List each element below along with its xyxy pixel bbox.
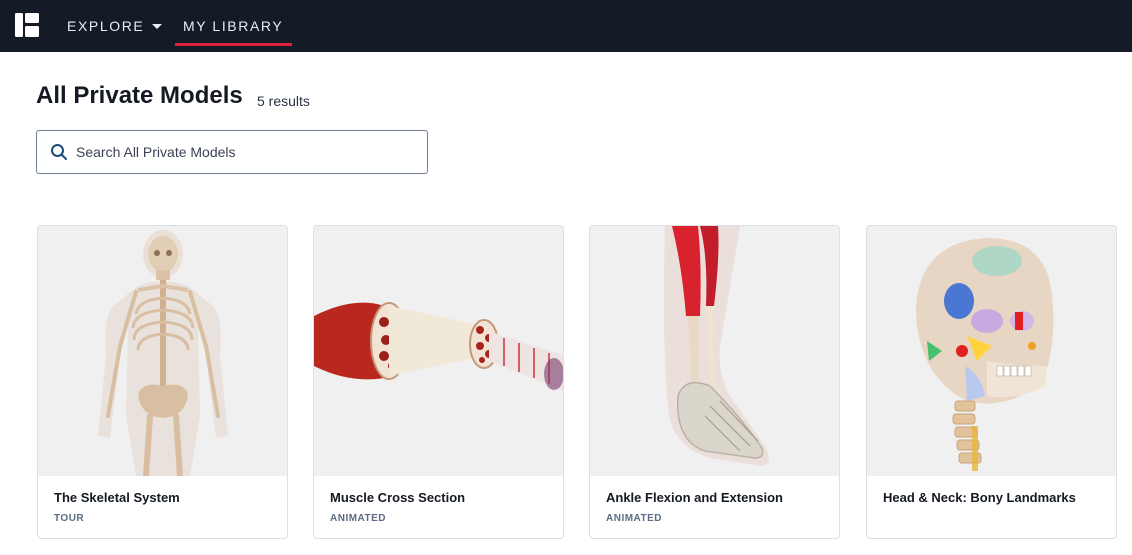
nav-my-library-label: MY LIBRARY bbox=[183, 18, 284, 34]
model-type-tag: ANIMATED bbox=[606, 513, 663, 524]
active-tab-indicator bbox=[175, 43, 293, 46]
skull-image bbox=[867, 226, 1116, 476]
search-box[interactable] bbox=[36, 130, 428, 174]
model-title: Muscle Cross Section bbox=[330, 490, 466, 505]
model-card[interactable]: Muscle Cross Section ANIMATED bbox=[313, 225, 564, 539]
muscle-image bbox=[314, 226, 563, 476]
page-title: All Private Models bbox=[36, 82, 243, 109]
nav-explore-menu[interactable]: EXPLORE bbox=[67, 0, 163, 52]
model-card[interactable]: Head & Neck: Bony Landmarks bbox=[866, 225, 1117, 539]
nav-explore-label: EXPLORE bbox=[67, 18, 145, 34]
model-type-tag: TOUR bbox=[54, 513, 85, 524]
model-type-tag: ANIMATED bbox=[330, 513, 387, 524]
skeleton-image bbox=[38, 226, 287, 476]
top-nav-bar: EXPLORE MY LIBRARY bbox=[0, 0, 1132, 52]
model-card[interactable]: Ankle Flexion and Extension ANIMATED bbox=[589, 225, 840, 539]
caret-down-icon bbox=[152, 23, 163, 29]
model-title: The Skeletal System bbox=[54, 490, 180, 505]
search-icon bbox=[51, 144, 67, 160]
nav-my-library-tab[interactable]: MY LIBRARY bbox=[175, 0, 293, 52]
model-title: Head & Neck: Bony Landmarks bbox=[883, 490, 1076, 505]
result-count: 5 results bbox=[257, 93, 310, 109]
leg-image bbox=[590, 226, 839, 476]
model-title: Ankle Flexion and Extension bbox=[606, 490, 783, 505]
brand-logo-icon[interactable] bbox=[15, 13, 39, 37]
search-input[interactable] bbox=[76, 131, 416, 173]
model-card[interactable]: The Skeletal System TOUR bbox=[37, 225, 288, 539]
